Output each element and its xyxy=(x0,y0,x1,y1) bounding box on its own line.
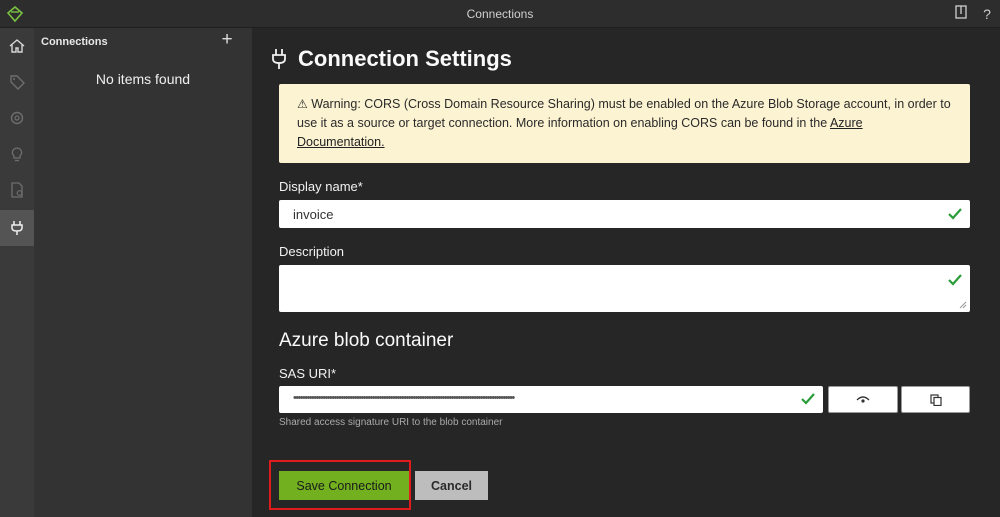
sidebar-item-home[interactable] xyxy=(0,28,34,64)
valid-check-icon xyxy=(801,393,815,405)
title-bar: Connections ? xyxy=(0,0,1000,28)
lightbulb-icon xyxy=(11,147,23,162)
page-title-row: Connection Settings xyxy=(272,44,512,74)
home-icon xyxy=(9,39,25,53)
plug-icon xyxy=(11,221,23,235)
connection-settings-panel: Connection Settings ⚠ Warning: CORS (Cro… xyxy=(252,28,1000,517)
display-name-label: Display name* xyxy=(279,179,363,194)
sidebar-item-review[interactable] xyxy=(0,172,34,208)
help-icon[interactable]: ? xyxy=(978,5,996,23)
page-title: Connection Settings xyxy=(298,46,512,71)
warning-icon: ⚠ xyxy=(297,97,308,111)
toggle-visibility-button[interactable] xyxy=(828,386,898,413)
description-textarea[interactable] xyxy=(279,265,970,312)
display-name-value: invoice xyxy=(293,207,334,222)
add-connection-button[interactable]: + xyxy=(218,30,236,50)
sas-uri-input[interactable]: ••••••••••••••••••••••••••••••••••••••••… xyxy=(279,386,823,413)
document-check-icon xyxy=(11,182,23,198)
sas-uri-label: SAS URI* xyxy=(279,366,337,381)
section-title: Azure blob container xyxy=(279,330,454,351)
eye-icon xyxy=(856,395,870,403)
description-label: Description xyxy=(279,244,345,259)
cors-warning-banner: ⚠ Warning: CORS (Cross Domain Resource S… xyxy=(279,84,970,163)
nav-rail xyxy=(0,28,34,517)
sas-uri-masked-value: ••••••••••••••••••••••••••••••••••••••••… xyxy=(293,392,515,404)
cancel-button[interactable]: Cancel xyxy=(415,471,488,500)
copy-icon xyxy=(929,393,942,406)
save-connection-button[interactable]: Save Connection xyxy=(279,471,409,500)
valid-check-icon xyxy=(948,208,962,220)
tag-icon xyxy=(10,75,25,90)
sidebar-item-insights[interactable] xyxy=(0,136,34,172)
valid-check-icon xyxy=(948,274,962,286)
copy-uri-button[interactable] xyxy=(901,386,970,413)
book-icon[interactable] xyxy=(952,5,970,23)
sidebar-item-connections[interactable] xyxy=(0,210,34,246)
window-title: Connections xyxy=(466,7,534,21)
display-name-input[interactable]: invoice xyxy=(279,200,970,228)
empty-list-message: No items found xyxy=(95,71,191,87)
sidebar-item-model[interactable] xyxy=(0,100,34,136)
resize-handle-icon[interactable] xyxy=(959,301,967,309)
sas-uri-help-text: Shared access signature URI to the blob … xyxy=(279,417,503,428)
connections-pane-header: Connections xyxy=(41,36,108,48)
sidebar-item-tags[interactable] xyxy=(0,64,34,100)
ai-model-icon xyxy=(10,111,24,125)
connections-list-pane: Connections + No items found xyxy=(34,28,252,517)
plug-icon xyxy=(272,49,286,69)
